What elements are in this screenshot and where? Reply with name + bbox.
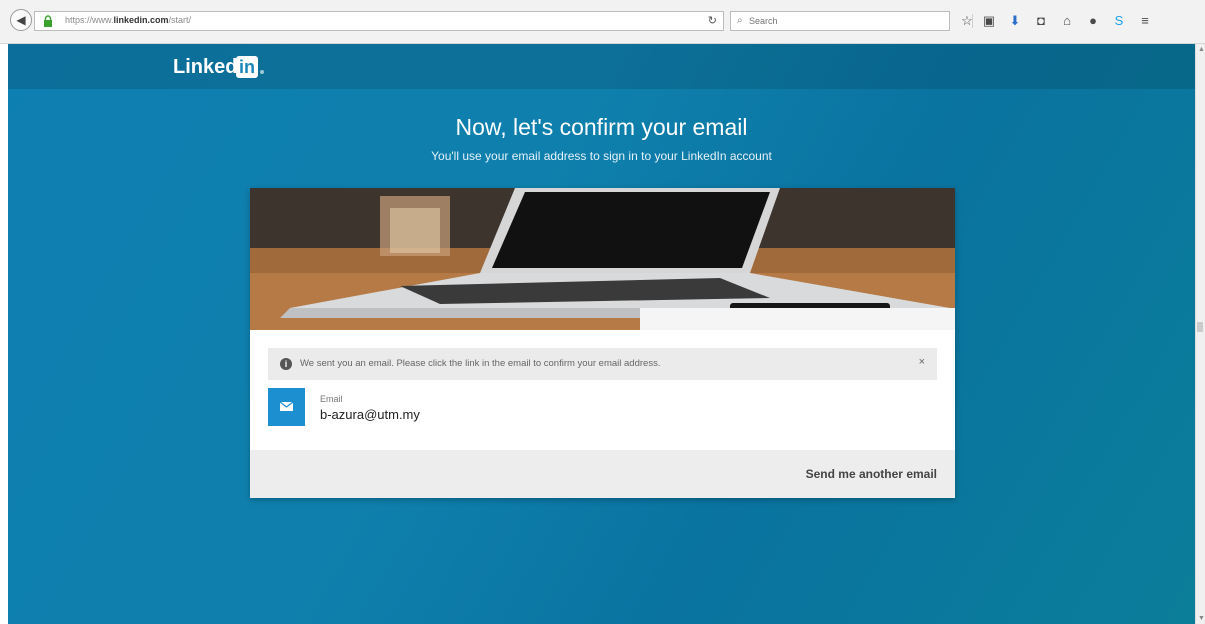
lock-icon bbox=[44, 15, 52, 27]
chat-icon[interactable]: ● bbox=[1084, 11, 1102, 31]
home-icon[interactable]: ⌂ bbox=[1058, 11, 1076, 31]
scroll-up-icon[interactable]: ▲ bbox=[1198, 46, 1205, 53]
alert-text: We sent you an email. Please click the l… bbox=[300, 358, 661, 369]
clipboard-icon[interactable]: ▣ bbox=[980, 11, 998, 31]
skype-icon[interactable]: S bbox=[1110, 11, 1128, 31]
search-box[interactable]: ⌕ bbox=[730, 11, 950, 31]
hero-illustration bbox=[250, 188, 955, 330]
pocket-icon[interactable]: ◘ bbox=[1032, 11, 1050, 31]
page-header: Linked in bbox=[8, 44, 1195, 89]
browser-toolbar: ◀ https://www.linkedin.com/start/ ↻ ⌕ ☆ … bbox=[0, 0, 1205, 44]
scroll-down-icon[interactable]: ▼ bbox=[1198, 615, 1205, 622]
page-content: Linked in Now, let's confirm your email … bbox=[8, 44, 1195, 624]
toolbar-divider bbox=[972, 14, 973, 28]
info-icon: i bbox=[280, 358, 292, 370]
email-label: Email bbox=[320, 394, 343, 404]
info-alert: i We sent you an email. Please click the… bbox=[268, 348, 937, 380]
email-value: b-azura@utm.my bbox=[320, 407, 420, 422]
back-button[interactable]: ◀ bbox=[10, 9, 32, 31]
page-title: Now, let's confirm your email bbox=[455, 114, 748, 140]
bookmark-star-icon[interactable]: ☆ bbox=[958, 11, 976, 31]
close-icon[interactable]: × bbox=[919, 356, 925, 368]
laptop-hero-image bbox=[250, 188, 955, 330]
logo-text: Linked bbox=[173, 56, 238, 78]
confirm-email-card: i We sent you an email. Please click the… bbox=[250, 188, 955, 498]
search-icon: ⌕ bbox=[737, 15, 743, 26]
menu-icon[interactable]: ≡ bbox=[1136, 11, 1154, 31]
url-text: https://www.linkedin.com/start/ bbox=[65, 15, 192, 25]
email-row: Email b-azura@utm.my bbox=[268, 388, 768, 426]
address-bar[interactable]: https://www.linkedin.com/start/ ↻ bbox=[34, 11, 724, 31]
send-another-email-link[interactable]: Send me another email bbox=[806, 467, 937, 481]
reload-icon[interactable]: ↻ bbox=[708, 14, 717, 27]
scroll-grip[interactable] bbox=[1197, 322, 1203, 332]
mail-icon bbox=[268, 388, 305, 426]
card-footer: Send me another email bbox=[250, 450, 955, 498]
logo-in-box: in bbox=[236, 56, 258, 78]
search-input[interactable] bbox=[749, 14, 939, 28]
logo-dot bbox=[260, 70, 264, 74]
scrollbar[interactable]: ▲ ▼ bbox=[1195, 44, 1205, 624]
page-subtitle: You'll use your email address to sign in… bbox=[431, 149, 772, 163]
download-icon[interactable]: ⬇ bbox=[1006, 11, 1024, 31]
